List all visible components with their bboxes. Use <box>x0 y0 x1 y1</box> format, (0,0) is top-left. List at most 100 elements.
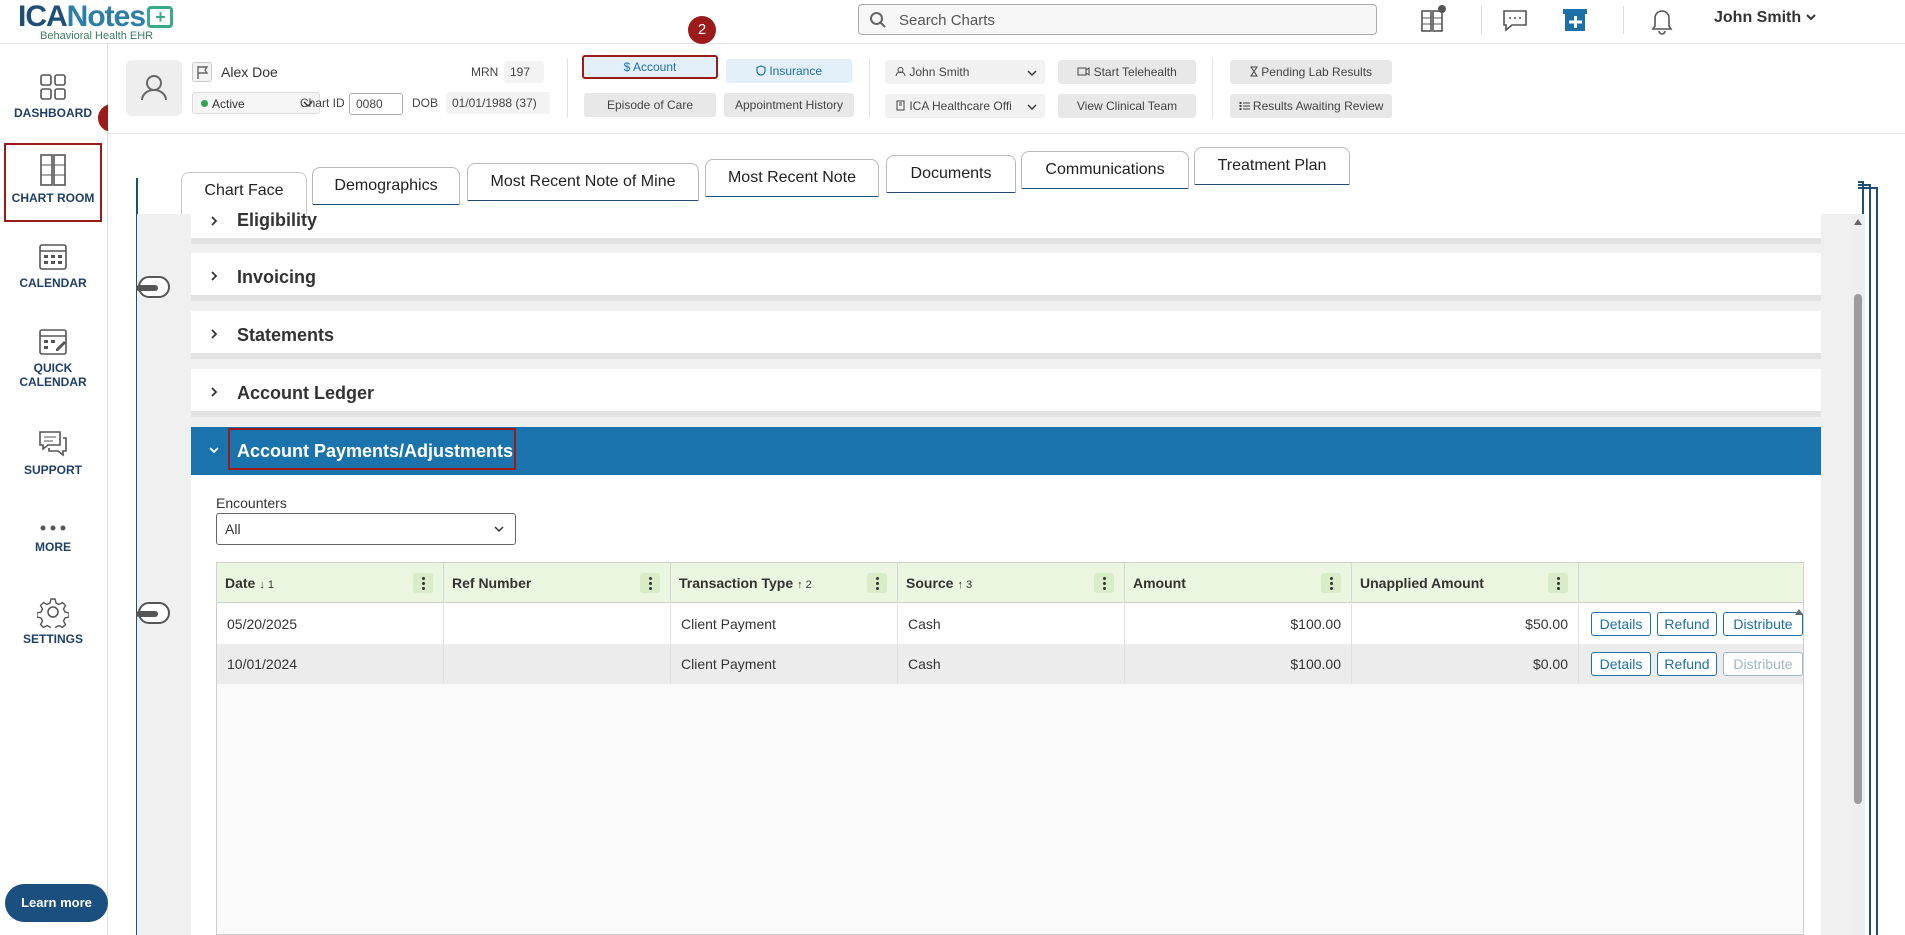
sidebar-item-settings[interactable]: SETTINGS <box>4 596 102 646</box>
status-value: Active <box>212 97 245 111</box>
sidebar-item-label: CHART ROOM <box>11 191 95 205</box>
sidebar: DASHBOARD CHART ROOM CALENDAR QUICK CALE… <box>0 44 108 935</box>
divider <box>869 58 870 118</box>
section-eligibility[interactable]: Eligibility <box>191 210 1821 244</box>
section-title: Account Payments/Adjustments <box>237 441 514 461</box>
sidebar-item-label: SETTINGS <box>22 632 83 646</box>
column-menu-icon[interactable] <box>1094 573 1114 593</box>
sidebar-item-dashboard[interactable]: DASHBOARD <box>4 72 102 120</box>
column-label: Ref Number <box>452 575 532 591</box>
section-account-ledger[interactable]: Account Ledger <box>191 369 1821 417</box>
chevron-down-icon <box>209 447 219 454</box>
results-review-label: Results Awaiting Review <box>1252 99 1384 113</box>
cell-amount: $100.00 <box>1125 604 1352 644</box>
cell-ref-number <box>444 644 671 684</box>
column-header-date[interactable]: Date ↓ 1 <box>217 563 444 603</box>
section-statements[interactable]: Statements <box>191 311 1821 359</box>
prescription-icon[interactable] <box>1559 4 1591 36</box>
encounters-select[interactable]: All <box>216 513 516 545</box>
section-title: Invoicing <box>237 267 317 287</box>
results-awaiting-review-button[interactable]: Results Awaiting Review <box>1230 94 1392 118</box>
divider <box>1212 58 1213 118</box>
appointment-history-button[interactable]: Appointment History <box>724 93 854 117</box>
sidebar-item-more[interactable]: MORE <box>4 520 102 554</box>
tab-chart-face[interactable]: Chart Face <box>181 172 307 214</box>
user-menu[interactable]: John Smith <box>1714 9 1816 27</box>
cell-date: 05/20/2025 <box>217 604 444 644</box>
column-header-source[interactable]: Source ↑ 3 <box>898 563 1125 603</box>
section-title: Account Ledger <box>237 383 375 403</box>
distribute-button-disabled: Distribute <box>1723 652 1803 676</box>
column-menu-icon[interactable] <box>640 573 660 593</box>
chart-room-add-icon[interactable] <box>1416 4 1448 36</box>
divider <box>1481 6 1482 34</box>
column-header-ref-number[interactable]: Ref Number <box>444 563 671 603</box>
logo-subtitle: Behavioral Health EHR <box>40 30 154 42</box>
tab-most-recent-note-of-mine[interactable]: Most Recent Note of Mine <box>467 163 699 201</box>
view-clinical-team-button[interactable]: View Clinical Team <box>1058 94 1196 118</box>
search-input[interactable] <box>897 9 1357 31</box>
bell-icon[interactable] <box>1646 4 1678 36</box>
table-header: Date ↓ 1 Ref Number Transaction Type ↑ 2 S… <box>217 563 1803 603</box>
details-button[interactable]: Details <box>1591 652 1651 676</box>
scrollbar-thumb[interactable] <box>1854 294 1862 804</box>
avatar[interactable] <box>126 60 182 116</box>
chevron-down-icon <box>1027 104 1037 110</box>
tab-documents[interactable]: Documents <box>886 155 1016 193</box>
column-menu-icon[interactable] <box>867 573 887 593</box>
table-row[interactable]: 05/20/2025 Client Payment Cash $100.00 $… <box>217 604 1803 644</box>
messages-icon[interactable] <box>1499 4 1531 36</box>
column-header-amount[interactable]: Amount <box>1125 563 1352 603</box>
flag-button[interactable] <box>192 62 212 82</box>
column-header-transaction-type[interactable]: Transaction Type ↑ 2 <box>671 563 898 603</box>
column-header-unapplied-amount[interactable]: Unapplied Amount <box>1352 563 1579 603</box>
sidebar-item-support[interactable]: SUPPORT <box>4 429 102 477</box>
column-menu-icon[interactable] <box>413 573 433 593</box>
refund-button[interactable]: Refund <box>1657 612 1717 636</box>
column-menu-icon[interactable] <box>1321 573 1341 593</box>
cell-source: Cash <box>898 644 1125 684</box>
scroll-up-arrow-icon[interactable] <box>1853 218 1863 226</box>
dob-value: 01/01/1988 (37) <box>446 92 550 114</box>
tab-treatment-plan[interactable]: Treatment Plan <box>1194 147 1350 185</box>
insurance-label: Insurance <box>769 64 823 78</box>
distribute-button[interactable]: Distribute <box>1723 612 1803 636</box>
sort-indicator: ↓ 1 <box>259 579 275 591</box>
person-icon <box>141 75 167 101</box>
table-row[interactable]: 10/01/2024 Client Payment Cash $100.00 $… <box>217 644 1803 684</box>
sidebar-item-quick-calendar[interactable]: QUICK CALENDAR <box>4 325 102 389</box>
logo-plus: + <box>147 6 174 28</box>
scroll-up-arrow-icon[interactable] <box>1793 607 1805 617</box>
section-invoicing[interactable]: Invoicing <box>191 253 1821 301</box>
sidebar-item-calendar[interactable]: CALENDAR <box>4 240 102 290</box>
support-icon <box>39 431 67 457</box>
pending-lab-results-button[interactable]: Pending Lab Results <box>1230 60 1392 84</box>
top-bar: ICANotes+ Behavioral Health EHR John Smi… <box>0 0 1905 44</box>
details-button[interactable]: Details <box>1591 612 1651 636</box>
tab-demographics[interactable]: Demographics <box>312 167 460 205</box>
episode-of-care-button[interactable]: Episode of Care <box>584 93 716 117</box>
insurance-button[interactable]: Insurance <box>726 59 852 83</box>
search-charts[interactable] <box>858 4 1377 35</box>
icanotes-logo[interactable]: ICANotes + Behavioral Health EHR <box>18 2 174 42</box>
sidebar-item-chart-room[interactable]: CHART ROOM <box>4 143 102 222</box>
column-label: Amount <box>1133 575 1186 591</box>
sidebar-item-label: CALENDAR <box>19 276 87 290</box>
cell-unapplied-amount: $0.00 <box>1352 644 1579 684</box>
column-menu-icon[interactable] <box>1548 573 1568 593</box>
location-select[interactable]: ICA Healthcare Offi <box>885 94 1045 118</box>
account-button[interactable]: $ Account <box>582 55 718 79</box>
section-account-payments-adjustments[interactable]: Account Payments/Adjustments <box>191 427 1821 475</box>
learn-more-button[interactable]: Learn more <box>5 884 108 922</box>
more-icon <box>40 525 66 531</box>
start-telehealth-button[interactable]: Start Telehealth <box>1058 60 1196 84</box>
page-scrollbar[interactable] <box>1851 214 1865 935</box>
sort-indicator: ↑ 3 <box>957 579 973 591</box>
refund-button[interactable]: Refund <box>1657 652 1717 676</box>
provider-select[interactable]: John Smith <box>885 60 1045 84</box>
tab-most-recent-note[interactable]: Most Recent Note <box>705 159 879 197</box>
provider-value: John Smith <box>909 65 970 79</box>
tab-communications[interactable]: Communications <box>1021 151 1189 189</box>
chevron-right-icon <box>211 329 218 339</box>
binder-ring <box>136 276 170 298</box>
